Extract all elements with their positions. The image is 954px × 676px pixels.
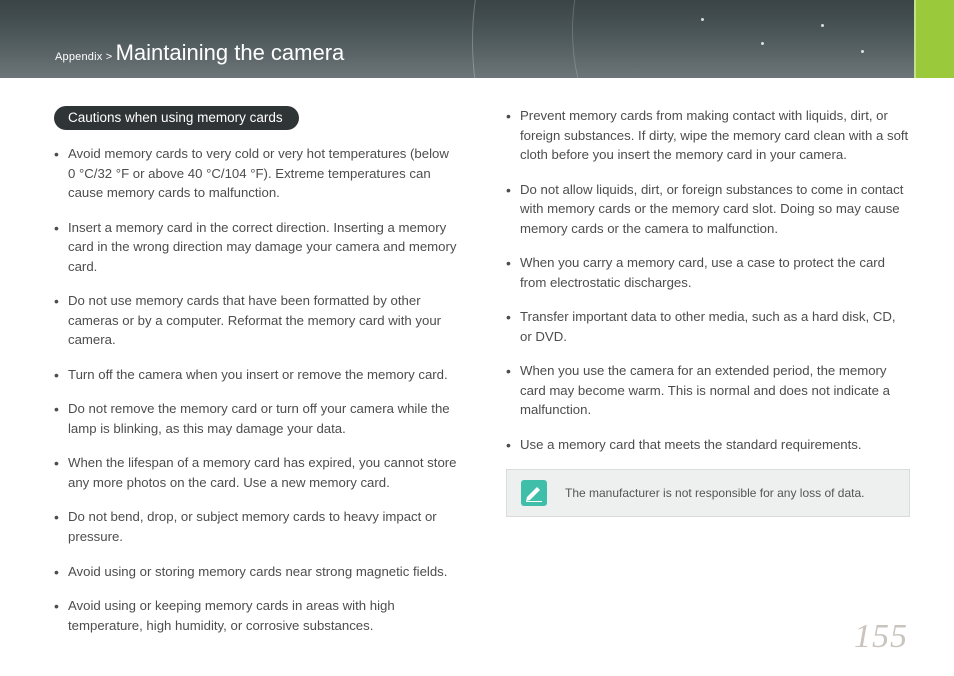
page-title: Maintaining the camera	[116, 40, 345, 65]
right-column: Prevent memory cards from making contact…	[506, 106, 910, 650]
list-item: Use a memory card that meets the standar…	[506, 435, 910, 455]
breadcrumb: Appendix >	[55, 51, 116, 63]
note-text: The manufacturer is not responsible for …	[565, 486, 865, 500]
list-item: Do not use memory cards that have been f…	[54, 291, 458, 350]
left-column: Cautions when using memory cards Avoid m…	[54, 106, 458, 650]
list-item: Do not allow liquids, dirt, or foreign s…	[506, 180, 910, 239]
section-heading-pill: Cautions when using memory cards	[54, 106, 299, 130]
list-item: Turn off the camera when you insert or r…	[54, 365, 458, 385]
caution-list-right: Prevent memory cards from making contact…	[506, 106, 910, 454]
list-item: Transfer important data to other media, …	[506, 307, 910, 346]
list-item: Avoid using or storing memory cards near…	[54, 562, 458, 582]
list-item: Do not remove the memory card or turn of…	[54, 399, 458, 438]
list-item: Avoid using or keeping memory cards in a…	[54, 596, 458, 635]
list-item: When you carry a memory card, use a case…	[506, 253, 910, 292]
list-item: When the lifespan of a memory card has e…	[54, 453, 458, 492]
content-area: Cautions when using memory cards Avoid m…	[0, 78, 954, 650]
page-header: Appendix > Maintaining the camera	[0, 0, 954, 78]
section-tab	[914, 0, 954, 78]
list-item: When you use the camera for an extended …	[506, 361, 910, 420]
note-box: The manufacturer is not responsible for …	[506, 469, 910, 517]
list-item: Prevent memory cards from making contact…	[506, 106, 910, 165]
list-item: Avoid memory cards to very cold or very …	[54, 144, 458, 203]
caution-list-left: Avoid memory cards to very cold or very …	[54, 144, 458, 635]
list-item: Do not bend, drop, or subject memory car…	[54, 507, 458, 546]
note-pen-icon	[521, 480, 547, 506]
page-number: 155	[854, 618, 908, 656]
list-item: Insert a memory card in the correct dire…	[54, 218, 458, 277]
